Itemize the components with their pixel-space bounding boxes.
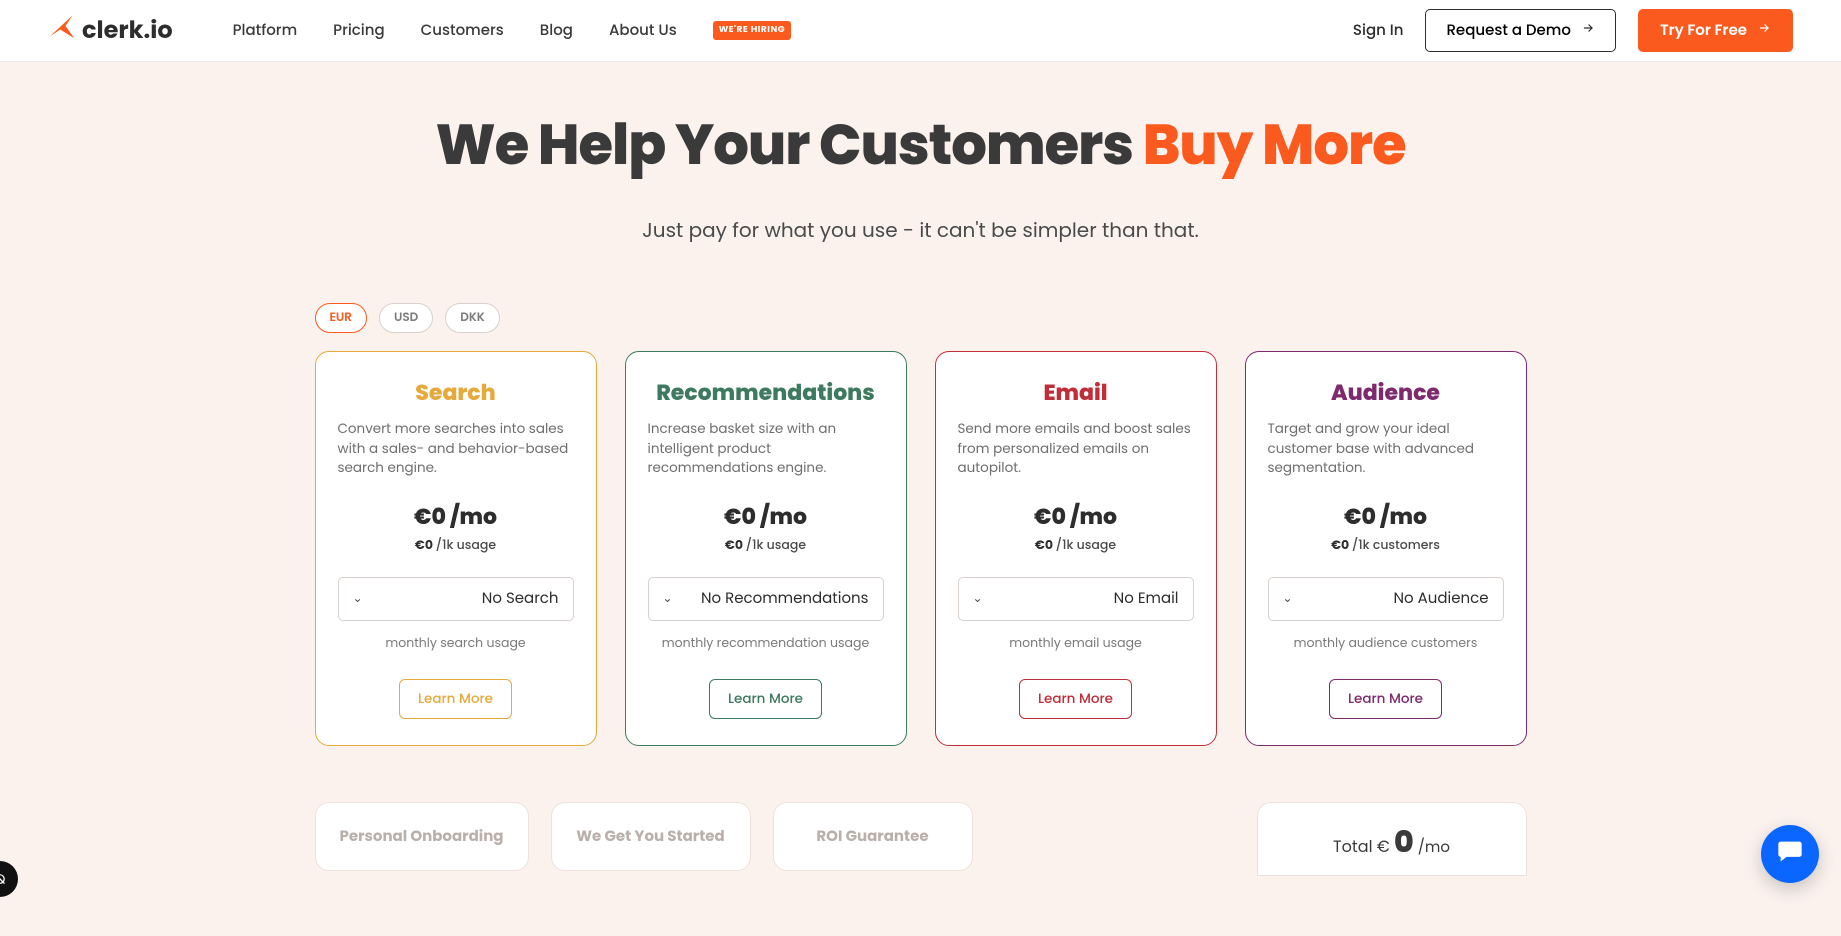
badge-icon: ⍉: [0, 868, 5, 891]
card-title: Email: [958, 376, 1194, 409]
bottom-row: Personal Onboarding We Get You Started R…: [315, 802, 1527, 876]
chevron-down-icon: ⌄: [663, 590, 673, 608]
total-box: Total € 0 /mo: [1257, 802, 1527, 876]
card-title: Audience: [1268, 376, 1504, 409]
card-desc: Target and grow your ideal customer base…: [1268, 419, 1504, 478]
usage-selector[interactable]: ⌄ No Audience: [1268, 577, 1504, 621]
request-demo-button[interactable]: Request a Demo: [1425, 9, 1616, 52]
usage-selector[interactable]: ⌄ No Recommendations: [648, 577, 884, 621]
card-recommendations: Recommendations Increase basket size wit…: [625, 351, 907, 746]
card-subprice: €0 /1k usage: [648, 537, 884, 555]
usage-selector[interactable]: ⌄ No Search: [338, 577, 574, 621]
nav-pricing[interactable]: Pricing: [333, 19, 385, 42]
card-onboarding[interactable]: Personal Onboarding: [315, 802, 529, 871]
selector-value: No Recommendations: [673, 587, 869, 610]
selector-value: No Email: [983, 587, 1179, 610]
nav-customers[interactable]: Customers: [421, 19, 504, 42]
subprice-val: €0: [1035, 537, 1056, 554]
currency-usd[interactable]: USD: [379, 303, 433, 333]
card-title: Recommendations: [648, 376, 884, 409]
card-price: €0 /mo: [648, 500, 884, 533]
card-audience: Audience Target and grow your ideal cust…: [1245, 351, 1527, 746]
try-free-button[interactable]: Try For Free: [1638, 9, 1793, 52]
card-we-get-started[interactable]: We Get You Started: [551, 802, 751, 871]
currency-eur[interactable]: EUR: [315, 303, 367, 333]
chevron-down-icon: ⌄: [1283, 590, 1293, 608]
learn-more-button[interactable]: Learn More: [709, 679, 822, 719]
card-subprice: €0 /1k usage: [338, 537, 574, 555]
selector-caption: monthly email usage: [958, 635, 1194, 653]
subprice-unit: /1k usage: [436, 537, 496, 554]
arrow-right-icon: [1757, 19, 1771, 42]
subprice-unit: /1k usage: [1056, 537, 1116, 554]
card-subprice: €0 /1k customers: [1268, 537, 1504, 555]
chat-icon: [1776, 837, 1804, 872]
try-free-label: Try For Free: [1660, 19, 1747, 42]
card-price: €0 /mo: [338, 500, 574, 533]
hiring-badge[interactable]: WE'RE HIRING: [713, 21, 791, 40]
learn-more-button[interactable]: Learn More: [399, 679, 512, 719]
card-search: Search Convert more searches into sales …: [315, 351, 597, 746]
header-right: Sign In Request a Demo Try For Free: [1353, 9, 1793, 52]
card-title: Search: [338, 376, 574, 409]
header: clerk.io Platform Pricing Customers Blog…: [0, 0, 1841, 62]
currency-switcher: EUR USD DKK: [315, 303, 1527, 333]
logo-icon: [48, 12, 76, 50]
title-part-b: Buy More: [1143, 105, 1406, 184]
card-desc: Increase basket size with an intelligent…: [648, 419, 884, 478]
subprice-unit: /1k customers: [1352, 537, 1440, 554]
chevron-down-icon: ⌄: [973, 590, 983, 608]
signin-link[interactable]: Sign In: [1353, 19, 1404, 42]
card-email: Email Send more emails and boost sales f…: [935, 351, 1217, 746]
logo[interactable]: clerk.io: [48, 12, 173, 50]
subprice-unit: /1k usage: [746, 537, 806, 554]
nav-about[interactable]: About Us: [609, 19, 677, 42]
selector-caption: monthly recommendation usage: [648, 635, 884, 653]
learn-more-button[interactable]: Learn More: [1329, 679, 1442, 719]
header-left: clerk.io Platform Pricing Customers Blog…: [48, 12, 791, 50]
selector-caption: monthly search usage: [338, 635, 574, 653]
pricing-cards: Search Convert more searches into sales …: [315, 351, 1527, 746]
total-value: 0: [1394, 820, 1414, 863]
subprice-val: €0: [725, 537, 746, 554]
selector-value: No Search: [363, 587, 559, 610]
card-desc: Convert more searches into sales with a …: [338, 419, 574, 478]
card-price: €0 /mo: [1268, 500, 1504, 533]
total-suffix: /mo: [1414, 837, 1450, 858]
title-part-a: We Help Your Customers: [435, 105, 1142, 184]
chat-launcher[interactable]: [1761, 825, 1819, 883]
hero: We Help Your Customers Buy More Just pay…: [0, 62, 1841, 936]
arrow-right-icon: [1581, 19, 1595, 42]
card-subprice: €0 /1k usage: [958, 537, 1194, 555]
subprice-val: €0: [1331, 537, 1352, 554]
selector-value: No Audience: [1293, 587, 1489, 610]
page-title: We Help Your Customers Buy More: [0, 102, 1841, 187]
nav-blog[interactable]: Blog: [540, 19, 573, 42]
logo-text: clerk.io: [82, 13, 173, 48]
card-roi-guarantee[interactable]: ROI Guarantee: [773, 802, 973, 871]
currency-dkk[interactable]: DKK: [445, 303, 500, 333]
usage-selector[interactable]: ⌄ No Email: [958, 577, 1194, 621]
request-demo-label: Request a Demo: [1446, 19, 1571, 42]
subtitle: Just pay for what you use - it can't be …: [0, 215, 1841, 245]
subprice-val: €0: [415, 537, 436, 554]
nav-platform[interactable]: Platform: [233, 19, 298, 42]
selector-caption: monthly audience customers: [1268, 635, 1504, 653]
card-price: €0 /mo: [958, 500, 1194, 533]
learn-more-button[interactable]: Learn More: [1019, 679, 1132, 719]
nav: Platform Pricing Customers Blog About Us…: [233, 19, 791, 42]
total-prefix: Total €: [1333, 835, 1394, 858]
chevron-down-icon: ⌄: [353, 590, 363, 608]
card-desc: Send more emails and boost sales from pe…: [958, 419, 1194, 478]
